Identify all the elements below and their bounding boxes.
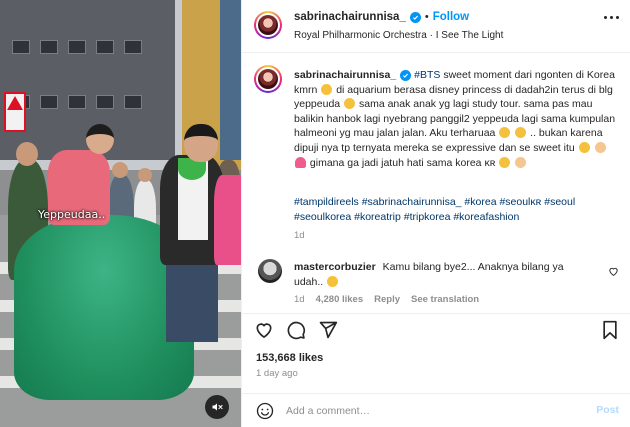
audio-track-link[interactable]: Royal Philharmonic Orchestra · I See The… bbox=[294, 30, 503, 41]
verified-badge-icon bbox=[400, 70, 412, 81]
laughing-emoji-icon bbox=[327, 275, 339, 287]
comment-meta: 1d 4,280 likes Reply See translation bbox=[294, 294, 479, 305]
reel-video[interactable]: Yeppeudaa.. bbox=[0, 0, 241, 427]
caption-hashtag[interactable]: #BTS bbox=[414, 69, 440, 81]
like-heart-icon[interactable] bbox=[254, 320, 274, 340]
caption-hashtags[interactable]: #tampildireels #sabrinachairunnisa_ #kor… bbox=[294, 195, 624, 225]
caption-username[interactable]: sabrinachairunnisa_ bbox=[294, 69, 396, 81]
sparkling-heart-emoji-icon bbox=[295, 156, 306, 168]
woman-legs bbox=[166, 262, 218, 342]
comment-like-button[interactable] bbox=[608, 264, 619, 282]
pink-jacket-person bbox=[214, 175, 241, 265]
mute-button[interactable] bbox=[205, 395, 229, 419]
commenter-username[interactable]: mastercorbuzier bbox=[294, 261, 376, 273]
save-bookmark-icon[interactable] bbox=[601, 320, 619, 340]
see-translation-button[interactable]: See translation bbox=[411, 294, 479, 305]
comment-timestamp[interactable]: 1d bbox=[294, 294, 305, 305]
hanbok-woman-head bbox=[86, 124, 114, 154]
caption-author-avatar[interactable] bbox=[254, 65, 282, 93]
add-comment-bar: Post bbox=[242, 393, 630, 427]
add-comment-input[interactable] bbox=[286, 401, 586, 421]
emoji-picker-icon[interactable] bbox=[256, 402, 274, 420]
verified-badge-icon bbox=[409, 11, 421, 23]
caption-text: gimana ga jadi jatuh hati sama korea bbox=[309, 156, 482, 169]
author-username[interactable]: sabrinachairunnisa_ bbox=[294, 11, 406, 23]
crowd-person-head bbox=[138, 168, 152, 182]
more-options-icon[interactable] bbox=[604, 16, 619, 19]
laughing-emoji-icon bbox=[344, 98, 356, 110]
crowd-person-head bbox=[112, 162, 128, 178]
comments-section: sabrinachairunnisa_ #BTS sweet moment dar… bbox=[242, 54, 630, 312]
caption-timestamp[interactable]: 1d bbox=[294, 230, 305, 241]
comment-bubble-icon[interactable] bbox=[286, 320, 306, 340]
road-sign-warning-icon bbox=[7, 96, 23, 110]
post-likes-count[interactable]: 153,668 likes bbox=[256, 352, 323, 364]
share-paper-plane-icon[interactable] bbox=[318, 320, 338, 340]
reply-button[interactable]: Reply bbox=[374, 294, 400, 305]
crowd-person-head bbox=[16, 142, 38, 166]
smiling-emoji-icon bbox=[578, 141, 590, 153]
post-timestamp[interactable]: 1 day ago bbox=[256, 368, 298, 379]
comment-body: mastercorbuzier Kamu bilang bye2... Anak… bbox=[294, 260, 594, 289]
smiling-emoji-icon bbox=[499, 127, 511, 139]
smiling-emoji-icon bbox=[321, 83, 333, 95]
follow-button[interactable]: Follow bbox=[433, 11, 469, 23]
caption-text: ᴋʀ bbox=[484, 156, 496, 169]
smiling-emoji-icon bbox=[515, 127, 527, 139]
heart-hands-emoji-icon bbox=[515, 156, 527, 168]
post-comment-button[interactable]: Post bbox=[596, 404, 619, 416]
post-panel: sabrinachairunnisa_ • Follow Royal Philh… bbox=[241, 0, 630, 427]
comment-likes[interactable]: 4,280 likes bbox=[316, 294, 364, 305]
heart-hands-emoji-icon bbox=[594, 141, 606, 153]
smiling-emoji-icon bbox=[499, 156, 511, 168]
post-header: sabrinachairunnisa_ • Follow Royal Philh… bbox=[242, 0, 630, 53]
speaker-muted-icon bbox=[212, 403, 223, 411]
commenter-avatar[interactable] bbox=[258, 259, 282, 283]
action-bar: 153,668 likes 1 day ago bbox=[242, 313, 630, 393]
separator-dot: • bbox=[424, 11, 429, 23]
heart-icon bbox=[609, 267, 618, 276]
video-caption-overlay: Yeppeudaa.. bbox=[38, 208, 106, 221]
woman-head bbox=[184, 124, 218, 162]
author-avatar[interactable] bbox=[254, 11, 282, 39]
post-caption: sabrinachairunnisa_ #BTS sweet moment dar… bbox=[294, 68, 622, 170]
video-building-far-right bbox=[220, 0, 241, 160]
